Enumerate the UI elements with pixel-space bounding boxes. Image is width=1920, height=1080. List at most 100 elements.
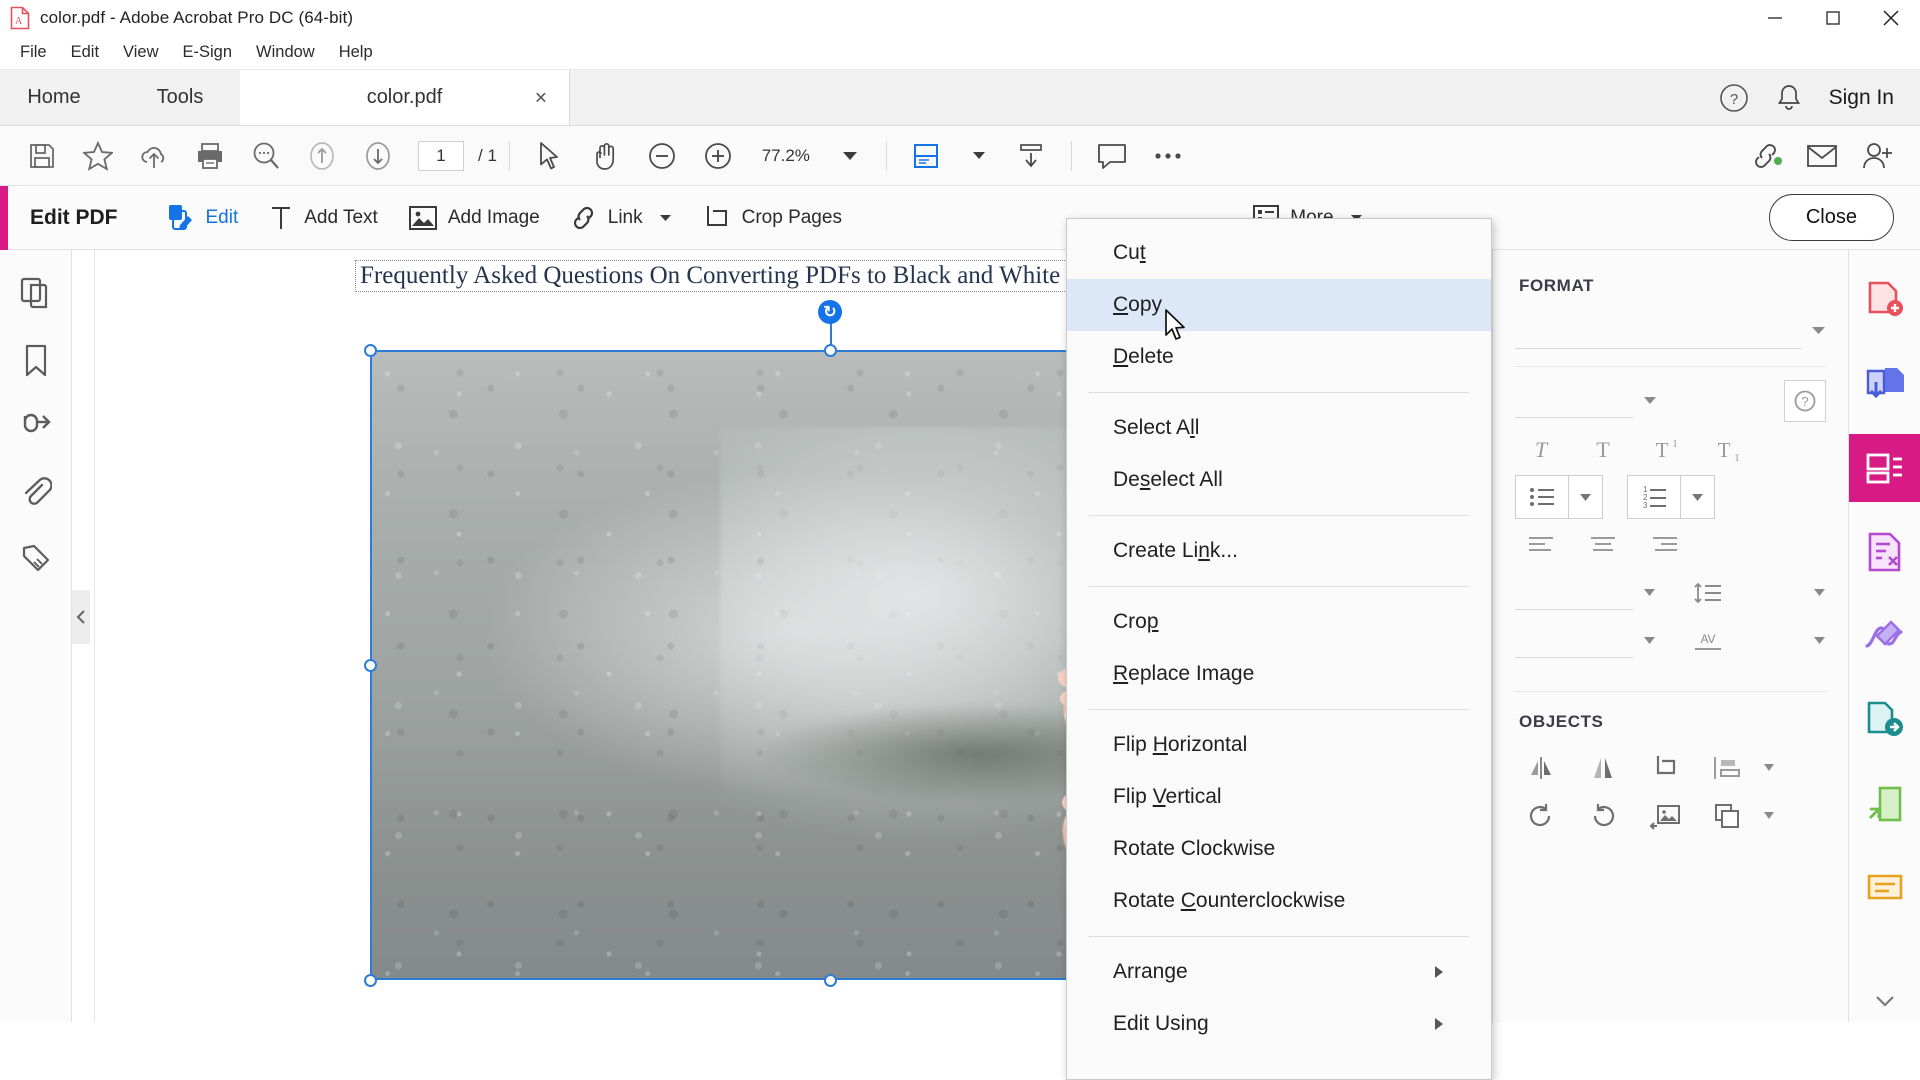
menu-view[interactable]: View — [111, 39, 170, 66]
context-menu-item-crop[interactable]: Crop — [1067, 596, 1491, 648]
line-spacing-caret-icon[interactable] — [1643, 584, 1656, 602]
font-help-button[interactable]: ? — [1784, 380, 1826, 422]
close-editor-button[interactable]: Close — [1769, 194, 1894, 241]
arrange-icon[interactable] — [1701, 793, 1753, 839]
share-link-icon[interactable] — [1738, 134, 1794, 178]
numbered-list-group[interactable]: 123 — [1627, 475, 1715, 519]
context-menu-item-rotate-counterclockwise[interactable]: Rotate Counterclockwise — [1067, 875, 1491, 927]
menu-help[interactable]: Help — [327, 39, 385, 66]
add-text-button[interactable]: Add Text — [268, 204, 378, 232]
save-icon[interactable] — [14, 134, 70, 178]
letter-spacing-dropdown-icon[interactable] — [1813, 632, 1826, 650]
line-spacing-icon[interactable] — [1682, 570, 1734, 616]
close-tab-icon[interactable]: × — [535, 87, 547, 108]
bold-icon[interactable]: T — [1577, 426, 1629, 472]
more-tools-tool[interactable] — [1849, 854, 1920, 922]
subscript-icon[interactable]: T1 — [1701, 426, 1753, 472]
menu-window[interactable]: Window — [244, 39, 327, 66]
context-menu-item-arrange[interactable]: Arrange — [1067, 946, 1491, 998]
align-left-icon[interactable] — [1515, 522, 1567, 568]
export-pdf-tool[interactable] — [1849, 686, 1920, 754]
align-objects-icon[interactable] — [1701, 745, 1753, 791]
context-menu-item-cut[interactable]: Cut — [1067, 227, 1491, 279]
cloud-upload-icon[interactable] — [126, 134, 182, 178]
crop-icon[interactable] — [1639, 745, 1691, 791]
document-heading-text[interactable]: Frequently Asked Questions On Converting… — [355, 260, 1115, 292]
bullet-list-caret-icon[interactable] — [1568, 476, 1602, 518]
page-thumbnails-icon[interactable] — [19, 276, 53, 310]
tab-home[interactable]: Home — [0, 70, 120, 125]
search-icon[interactable] — [238, 134, 294, 178]
maximize-button[interactable] — [1804, 0, 1862, 36]
sign-in-button[interactable]: Sign In — [1829, 86, 1894, 110]
letter-spacing-caret-icon[interactable] — [1643, 632, 1656, 650]
resize-handle-top-center[interactable] — [824, 344, 837, 357]
bookmarks-icon[interactable] — [21, 344, 51, 378]
combine-files-tool[interactable] — [1849, 350, 1920, 418]
replace-image-icon[interactable] — [1639, 793, 1691, 839]
previous-page-icon[interactable] — [294, 134, 350, 178]
chevron-down-icon[interactable] — [1811, 323, 1826, 341]
context-menu-item-flip-horizontal[interactable]: Flip Horizontal — [1067, 719, 1491, 771]
line-spacing-dropdown-icon[interactable] — [1813, 584, 1826, 602]
scroll-mode-icon[interactable] — [1003, 134, 1059, 178]
edit-button[interactable]: Edit — [166, 203, 239, 233]
tab-tools[interactable]: Tools — [120, 70, 240, 125]
context-menu-item-select-all[interactable]: Select All — [1067, 402, 1491, 454]
question-circle-icon[interactable]: ? — [1719, 83, 1749, 113]
protect-tool[interactable] — [1849, 770, 1920, 838]
fit-page-icon[interactable] — [899, 134, 955, 178]
flip-horizontal-icon[interactable] — [1577, 745, 1629, 791]
menu-edit[interactable]: Edit — [59, 39, 111, 66]
tags-icon[interactable] — [20, 542, 52, 574]
font-select[interactable] — [1515, 315, 1801, 349]
context-menu-item-deselect-all[interactable]: Deselect All — [1067, 454, 1491, 506]
context-menu-item-create-link[interactable]: Create Link... — [1067, 525, 1491, 577]
signature-icon[interactable] — [19, 412, 53, 442]
resize-handle-bottom-left[interactable] — [364, 974, 377, 987]
create-pdf-tool[interactable] — [1849, 266, 1920, 334]
menu-esign[interactable]: E-Sign — [171, 39, 245, 66]
comment-icon[interactable] — [1084, 134, 1140, 178]
zoom-level-value[interactable]: 77.2% — [746, 146, 810, 166]
next-page-icon[interactable] — [350, 134, 406, 178]
italic-icon[interactable]: T — [1515, 426, 1567, 472]
superscript-icon[interactable]: T1 — [1639, 426, 1691, 472]
line-spacing-input[interactable] — [1515, 576, 1633, 610]
zoom-dropdown-caret-icon[interactable] — [826, 134, 874, 178]
bullet-list-icon[interactable] — [1516, 476, 1568, 518]
context-menu-item-replace-image[interactable]: Replace Image — [1067, 648, 1491, 700]
letter-spacing-input[interactable] — [1515, 624, 1633, 658]
zoom-in-icon[interactable] — [690, 134, 746, 178]
fill-and-sign-tool[interactable] — [1849, 602, 1920, 670]
image-context-menu[interactable]: Cut Copy Delete Select All Deselect All … — [1066, 218, 1492, 1080]
menu-file[interactable]: File — [8, 39, 59, 66]
rotate-handle-icon[interactable]: ↻ — [818, 300, 842, 324]
rotate-counterclockwise-icon[interactable] — [1515, 793, 1567, 839]
minimize-button[interactable] — [1746, 0, 1804, 36]
bullet-list-group[interactable] — [1515, 475, 1603, 519]
resize-handle-middle-left[interactable] — [364, 659, 377, 672]
flip-vertical-icon[interactable] — [1515, 745, 1567, 791]
font-size-select[interactable] — [1515, 384, 1633, 418]
more-horizontal-icon[interactable] — [1140, 134, 1196, 178]
crop-pages-button[interactable]: Crop Pages — [702, 203, 842, 233]
arrange-caret-icon[interactable] — [1763, 807, 1775, 825]
context-menu-item-delete[interactable]: Delete — [1067, 331, 1491, 383]
chevron-down-icon[interactable] — [1876, 994, 1894, 1012]
hand-tool-icon[interactable] — [578, 134, 634, 178]
zoom-out-icon[interactable] — [634, 134, 690, 178]
star-icon[interactable] — [70, 134, 126, 178]
add-person-icon[interactable] — [1850, 134, 1906, 178]
numbered-list-caret-icon[interactable] — [1680, 476, 1714, 518]
add-image-button[interactable]: Add Image — [408, 205, 540, 231]
resize-handle-bottom-center[interactable] — [824, 974, 837, 987]
letter-spacing-icon[interactable]: AV — [1682, 618, 1734, 664]
rotate-clockwise-icon[interactable] — [1577, 793, 1629, 839]
align-right-icon[interactable] — [1639, 522, 1691, 568]
font-size-caret-icon[interactable] — [1643, 392, 1657, 410]
collapse-panel-icon[interactable] — [72, 590, 90, 644]
attachments-icon[interactable] — [20, 476, 52, 508]
align-objects-caret-icon[interactable] — [1763, 759, 1775, 777]
context-menu-item-edit-using[interactable]: Edit Using — [1067, 998, 1491, 1050]
